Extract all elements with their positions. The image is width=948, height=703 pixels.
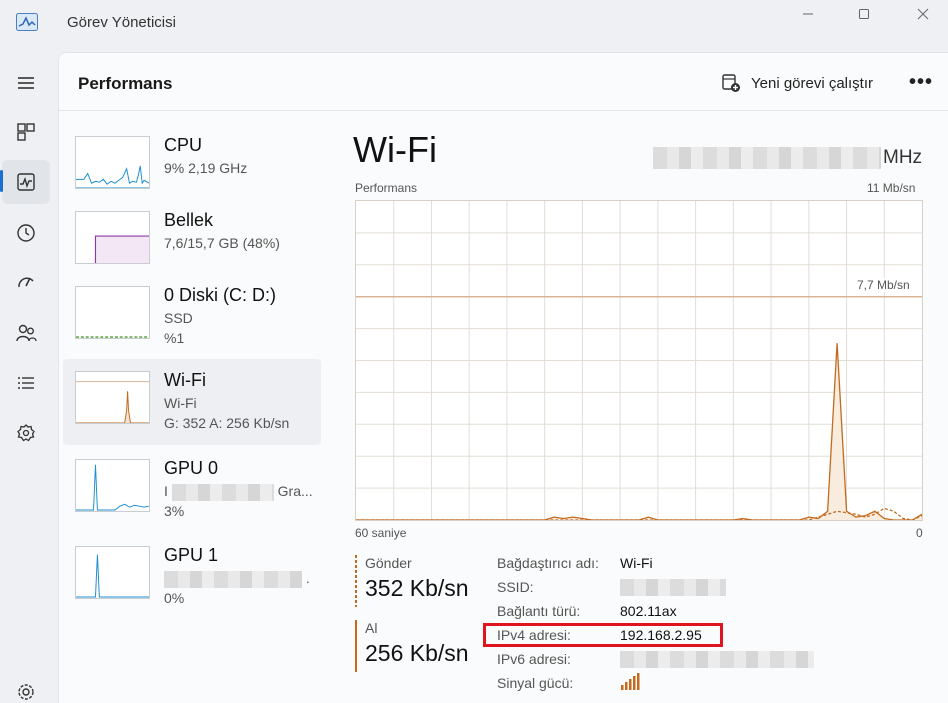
adapter-name-key: Bağdaştırıcı adı: [497,555,599,571]
ssid-key: SSID: [497,579,534,595]
disk-thumbnail [75,286,150,339]
graph-title: Performans [355,181,418,195]
device-name: GPU 1 [164,545,219,565]
cpu-thumbnail [75,136,150,189]
ssid-value [620,578,726,596]
device-usage: 0% [164,590,185,606]
close-icon[interactable] [910,4,936,24]
device-item-cpu[interactable]: CPU 9% 2,19 GHz [63,124,321,210]
gpu0-thumbnail [75,459,150,512]
throughput-chart [356,201,922,520]
device-item-wifi[interactable]: Wi-Fi Wi-Fi G: 352 A: 256 Kb/sn [63,359,321,445]
time-axis-left: 60 saniye [355,526,407,540]
reference-line-label: 7,7 Mb/sn [857,278,910,292]
active-tab-indicator [0,170,3,192]
throughput-graph [355,200,923,521]
device-item-memory[interactable]: Bellek 7,6/15,7 GB (48%) [63,199,321,285]
send-legend-bar [355,555,357,607]
send-label: Gönder [365,555,412,571]
device-type: Wi-Fi [164,395,197,411]
run-task-icon [722,74,740,92]
device-model: I Gra... [164,483,313,501]
device-name: Wi-Fi [164,370,206,390]
receive-value: 256 Kb/sn [365,640,469,666]
gpu1-thumbnail [75,546,150,599]
app-history-icon[interactable] [0,211,52,255]
detail-title: Wi-Fi [353,129,437,170]
device-throughput: G: 352 A: 256 Kb/sn [164,415,290,431]
device-usage: 3% [164,503,185,519]
graph-max-label: 11 Mb/sn [867,181,916,195]
device-item-gpu1[interactable]: GPU 1 . 0% [63,534,321,620]
redacted-text [620,650,814,668]
connection-type-key: Bağlantı türü: [497,603,581,619]
startup-apps-icon[interactable] [0,261,52,305]
hamburger-menu-icon[interactable] [0,61,52,105]
run-new-task-button[interactable]: Yeni görevi çalıştır [721,73,873,93]
receive-label: Al [365,620,378,636]
processes-icon[interactable] [0,110,52,154]
redacted-text [653,147,881,169]
device-type: SSD [164,310,193,326]
adapter-name: MHz [653,147,922,169]
memory-thumbnail [75,211,150,264]
ipv6-key: IPv6 adresi: [497,651,571,667]
device-usage: %1 [164,330,185,346]
redacted-text [171,483,274,501]
receive-stat: Al 256 Kb/sn [355,620,469,672]
send-value: 352 Kb/sn [365,575,469,601]
device-item-disk[interactable]: 0 Diski (C: D:) SSD %1 [63,274,321,360]
device-name: Bellek [164,210,214,230]
settings-gear-icon[interactable] [0,670,52,703]
task-manager-app-icon [16,13,38,31]
title-bar: Görev Yöneticisi [0,0,948,46]
ipv4-highlight-box [483,623,723,647]
services-icon[interactable] [0,411,52,455]
performance-icon[interactable] [2,160,50,204]
device-detail: 9% 2,19 GHz [164,160,248,176]
connection-type-value: 802.11ax [620,603,677,619]
maximize-icon[interactable] [851,4,877,24]
redacted-text [164,570,302,588]
device-item-gpu0[interactable]: GPU 0 I Gra... 3% [63,447,321,533]
ipv6-value [620,650,814,668]
window-title: Görev Yöneticisi [67,14,176,31]
users-icon[interactable] [0,311,52,355]
device-name: GPU 0 [164,458,219,478]
device-model: . [164,570,310,588]
device-name: CPU [164,135,203,155]
performance-panel: Performans Yeni görevi çalıştır ••• CPU … [58,52,948,703]
run-task-label: Yeni görevi çalıştır [751,74,874,92]
signal-strength-icon [620,671,640,694]
page-title: Performans [78,74,173,93]
details-icon[interactable] [0,361,52,405]
wifi-thumbnail [75,371,150,424]
device-detail: 7,6/15,7 GB (48%) [164,235,280,251]
more-options-button[interactable]: ••• [909,71,933,94]
receive-area [356,343,922,520]
redacted-text [620,578,726,596]
send-stat: Gönder 352 Kb/sn [355,555,469,607]
signal-strength-key: Sinyal gücü: [497,675,574,691]
panel-header: Performans Yeni görevi çalıştır ••• [59,53,948,111]
device-name: 0 Diski (C: D:) [164,285,276,305]
adapter-name-value: Wi-Fi [620,555,653,571]
minimize-icon[interactable] [795,4,821,24]
receive-legend-bar [355,620,357,672]
time-axis-right: 0 [916,526,923,540]
